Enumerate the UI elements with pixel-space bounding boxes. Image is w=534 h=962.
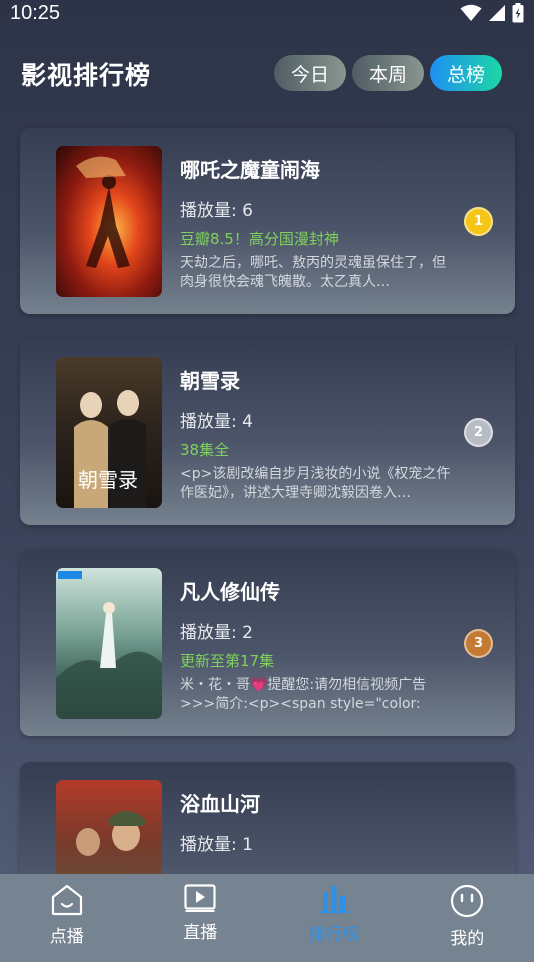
tab-week[interactable]: 本周 bbox=[352, 55, 424, 91]
ranking-card[interactable]: 凡人修仙传 播放量: 2 更新至第17集 米・花・哥💗提醒您:请勿相信视频广告>… bbox=[20, 550, 515, 736]
ranking-card[interactable]: 浴血山河 播放量: 1 bbox=[20, 762, 515, 874]
poster-image bbox=[56, 780, 162, 874]
card-tag: 豆瓣8.5！高分国漫封神 bbox=[180, 230, 339, 248]
card-title: 朝雪录 bbox=[180, 369, 240, 393]
card-description: <p>该剧改编自步月浅妆的小说《权宠之仵作医妃》，讲述大理寺卿沈毅因卷入… bbox=[180, 466, 451, 501]
nav-item-live[interactable]: 直播 bbox=[134, 874, 268, 962]
nav-item-ranking[interactable]: 排行榜 bbox=[267, 874, 401, 962]
nav-label: 排行榜 bbox=[308, 925, 360, 945]
card-plays: 播放量: 6 bbox=[180, 201, 253, 221]
card-tag: 更新至第17集 bbox=[180, 652, 275, 670]
home-icon bbox=[51, 884, 82, 916]
page-title: 影视排行榜 bbox=[21, 61, 152, 90]
poster-image: 朝雪录 bbox=[56, 357, 162, 508]
nav-label: 点播 bbox=[49, 927, 84, 947]
ranking-card[interactable]: 朝雪录 朝雪录 播放量: 4 38集全 <p>该剧改编自步月浅妆的小说《权宠之仵… bbox=[20, 339, 515, 525]
card-plays: 播放量: 2 bbox=[180, 623, 253, 643]
card-plays: 播放量: 1 bbox=[180, 835, 253, 855]
ranking-list[interactable]: 哪吒之魔童闹海 播放量: 6 豆瓣8.5！高分国漫封神 天劫之后，哪吒、敖丙的灵… bbox=[0, 0, 534, 874]
poster-image bbox=[56, 146, 162, 297]
period-tabs: 今日 本周 总榜 bbox=[274, 55, 502, 91]
ranking-card[interactable]: 哪吒之魔童闹海 播放量: 6 豆瓣8.5！高分国漫封神 天劫之后，哪吒、敖丙的灵… bbox=[20, 128, 515, 314]
card-tag: 38集全 bbox=[180, 441, 230, 459]
poster-image bbox=[56, 568, 162, 719]
card-description: 米・花・哥💗提醒您:请勿相信视频广告>>>简介:<p><span style="… bbox=[180, 677, 427, 712]
tab-today[interactable]: 今日 bbox=[274, 55, 346, 91]
tab-overall[interactable]: 总榜 bbox=[430, 55, 502, 91]
nav-item-mine[interactable]: 我的 bbox=[401, 874, 534, 962]
nav-label: 直播 bbox=[183, 923, 218, 943]
play-icon bbox=[184, 884, 216, 912]
card-plays: 播放量: 4 bbox=[180, 412, 253, 432]
svg-text:朝雪录: 朝雪录 bbox=[78, 468, 138, 492]
rank-badge: 2 bbox=[464, 418, 493, 447]
rank-badge: 1 bbox=[464, 207, 493, 236]
card-title: 哪吒之魔童闹海 bbox=[180, 158, 320, 182]
bottom-nav: 点播 直播 排行榜 我的 bbox=[0, 874, 534, 962]
smile-icon bbox=[451, 884, 484, 918]
card-title: 浴血山河 bbox=[180, 792, 260, 816]
card-title: 凡人修仙传 bbox=[180, 580, 280, 604]
card-description: 天劫之后，哪吒、敖丙的灵魂虽保住了，但肉身很快会魂飞魄散。太乙真人… bbox=[180, 255, 446, 290]
chart-icon bbox=[318, 886, 349, 913]
nav-item-vod[interactable]: 点播 bbox=[0, 874, 134, 962]
nav-label: 我的 bbox=[450, 929, 485, 949]
rank-badge: 3 bbox=[464, 629, 493, 658]
